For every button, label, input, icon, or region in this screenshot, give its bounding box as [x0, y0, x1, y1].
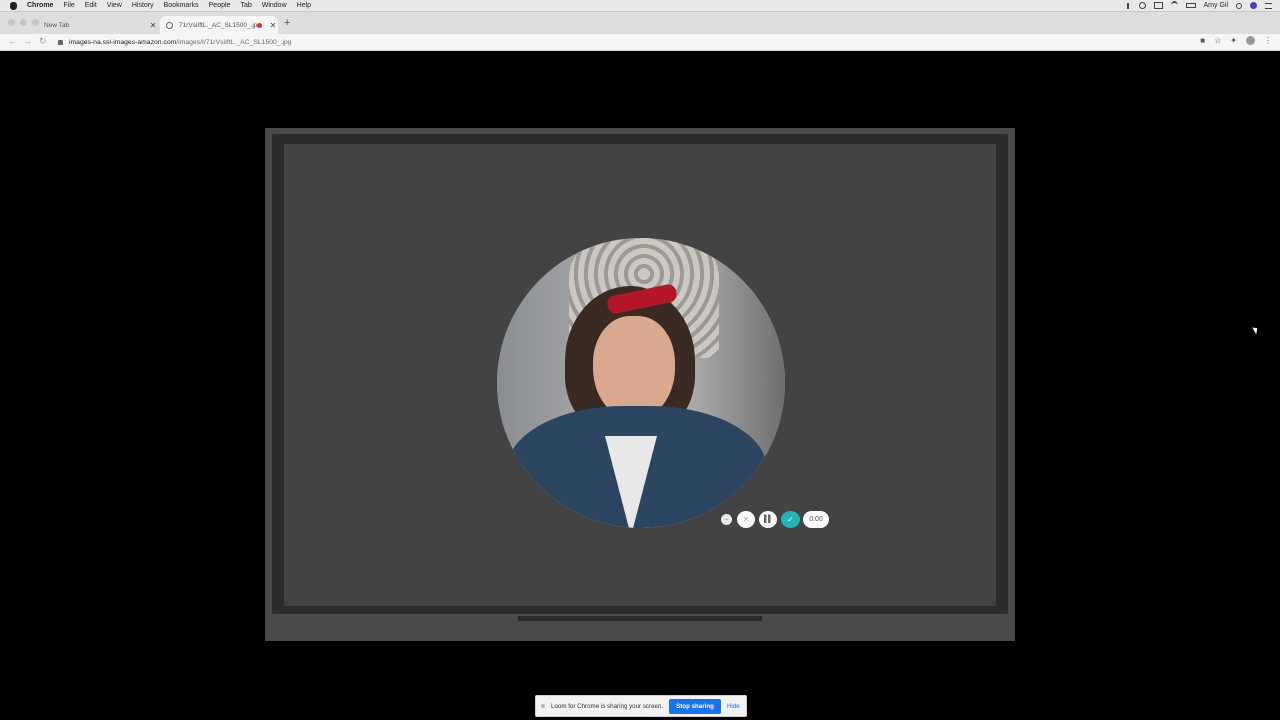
new-tab-button[interactable]: +: [284, 17, 290, 29]
reload-icon[interactable]: ↻: [39, 36, 47, 47]
menu-history[interactable]: History: [132, 2, 154, 9]
check-icon: ✓: [787, 515, 794, 524]
siri-icon[interactable]: [1250, 2, 1257, 9]
screen-mirroring-icon[interactable]: [1153, 2, 1163, 9]
screen-sharing-banner: Loom for Chrome is sharing your screen. …: [535, 695, 747, 717]
menu-bookmarks[interactable]: Bookmarks: [164, 2, 199, 9]
menubar-user-name[interactable]: Amy Gil: [1204, 2, 1229, 9]
brightness-icon[interactable]: [1138, 2, 1146, 9]
tab-close-icon[interactable]: ✕: [148, 21, 158, 30]
stop-sharing-button[interactable]: Stop sharing: [669, 698, 721, 714]
finish-recording-button[interactable]: ✓: [781, 511, 800, 528]
back-icon[interactable]: ←: [8, 36, 17, 46]
hide-banner-button[interactable]: Hide: [727, 703, 740, 710]
tab-new-tab[interactable]: New Tab ✕: [38, 16, 158, 34]
menu-window[interactable]: Window: [262, 2, 287, 9]
recording-timer: 0:00: [803, 511, 829, 528]
more-menu-icon[interactable]: ⋮: [1264, 36, 1272, 45]
address-bar[interactable]: images-na.ssl-images-amazon.com/images/I…: [58, 36, 1188, 48]
close-icon: ✕: [742, 515, 750, 524]
tv-stand: [518, 616, 762, 621]
macos-menubar: Chrome File Edit View History Bookmarks …: [0, 0, 1280, 12]
cancel-recording-button[interactable]: ✕: [737, 511, 755, 528]
menu-file[interactable]: File: [63, 2, 74, 9]
profile-avatar[interactable]: [1246, 36, 1255, 45]
wifi-icon[interactable]: [1170, 1, 1178, 10]
minimize-controls-button[interactable]: –: [721, 514, 732, 525]
tab-image[interactable]: 71rVsiIftL._AC_SL1500_.jp ✕: [160, 16, 278, 34]
close-window-icon[interactable]: [8, 19, 15, 26]
window-controls: [8, 19, 39, 26]
url-host: images-na.ssl-images-amazon.com: [69, 38, 177, 46]
tab-title: 71rVsiIftL._AC_SL1500_.jp: [179, 21, 257, 29]
battery-icon[interactable]: [1185, 3, 1196, 8]
microphone-icon[interactable]: [1126, 2, 1131, 9]
minimize-window-icon[interactable]: [20, 19, 27, 26]
bookmark-star-icon[interactable]: ☆: [1214, 36, 1221, 45]
menu-tab[interactable]: Tab: [240, 2, 251, 9]
menu-view[interactable]: View: [107, 2, 122, 9]
tab-close-icon[interactable]: ✕: [268, 21, 278, 30]
lock-icon[interactable]: [58, 39, 63, 45]
menu-app-name[interactable]: Chrome: [27, 2, 53, 9]
notification-center-icon[interactable]: [1265, 2, 1272, 9]
forward-icon[interactable]: →: [23, 36, 32, 46]
recording-indicator-icon: [257, 22, 262, 28]
apple-icon[interactable]: [10, 1, 17, 10]
globe-icon: [166, 21, 173, 29]
webcam-bubble[interactable]: [497, 238, 785, 528]
pause-recording-button[interactable]: ▌▌: [759, 511, 777, 528]
extensions-icon[interactable]: ✦: [1230, 36, 1237, 45]
url-path: /images/I/71rVsiIftL._AC_SL1500_.jpg: [176, 38, 292, 46]
menu-help[interactable]: Help: [297, 2, 311, 9]
menu-edit[interactable]: Edit: [85, 2, 97, 9]
sharing-message: Loom for Chrome is sharing your screen.: [551, 702, 664, 710]
browser-tab-strip: New Tab ✕ 71rVsiIftL._AC_SL1500_.jp ✕ +: [0, 12, 1280, 34]
drag-handle-icon[interactable]: [541, 704, 545, 708]
camera-icon[interactable]: ■: [1200, 36, 1205, 45]
menu-people[interactable]: People: [209, 2, 231, 9]
spotlight-search-icon[interactable]: [1236, 2, 1242, 9]
browser-toolbar: ← → ↻ images-na.ssl-images-amazon.com/im…: [0, 34, 1280, 51]
pause-icon: ▌▌: [764, 516, 773, 523]
tab-title: New Tab: [44, 21, 70, 29]
